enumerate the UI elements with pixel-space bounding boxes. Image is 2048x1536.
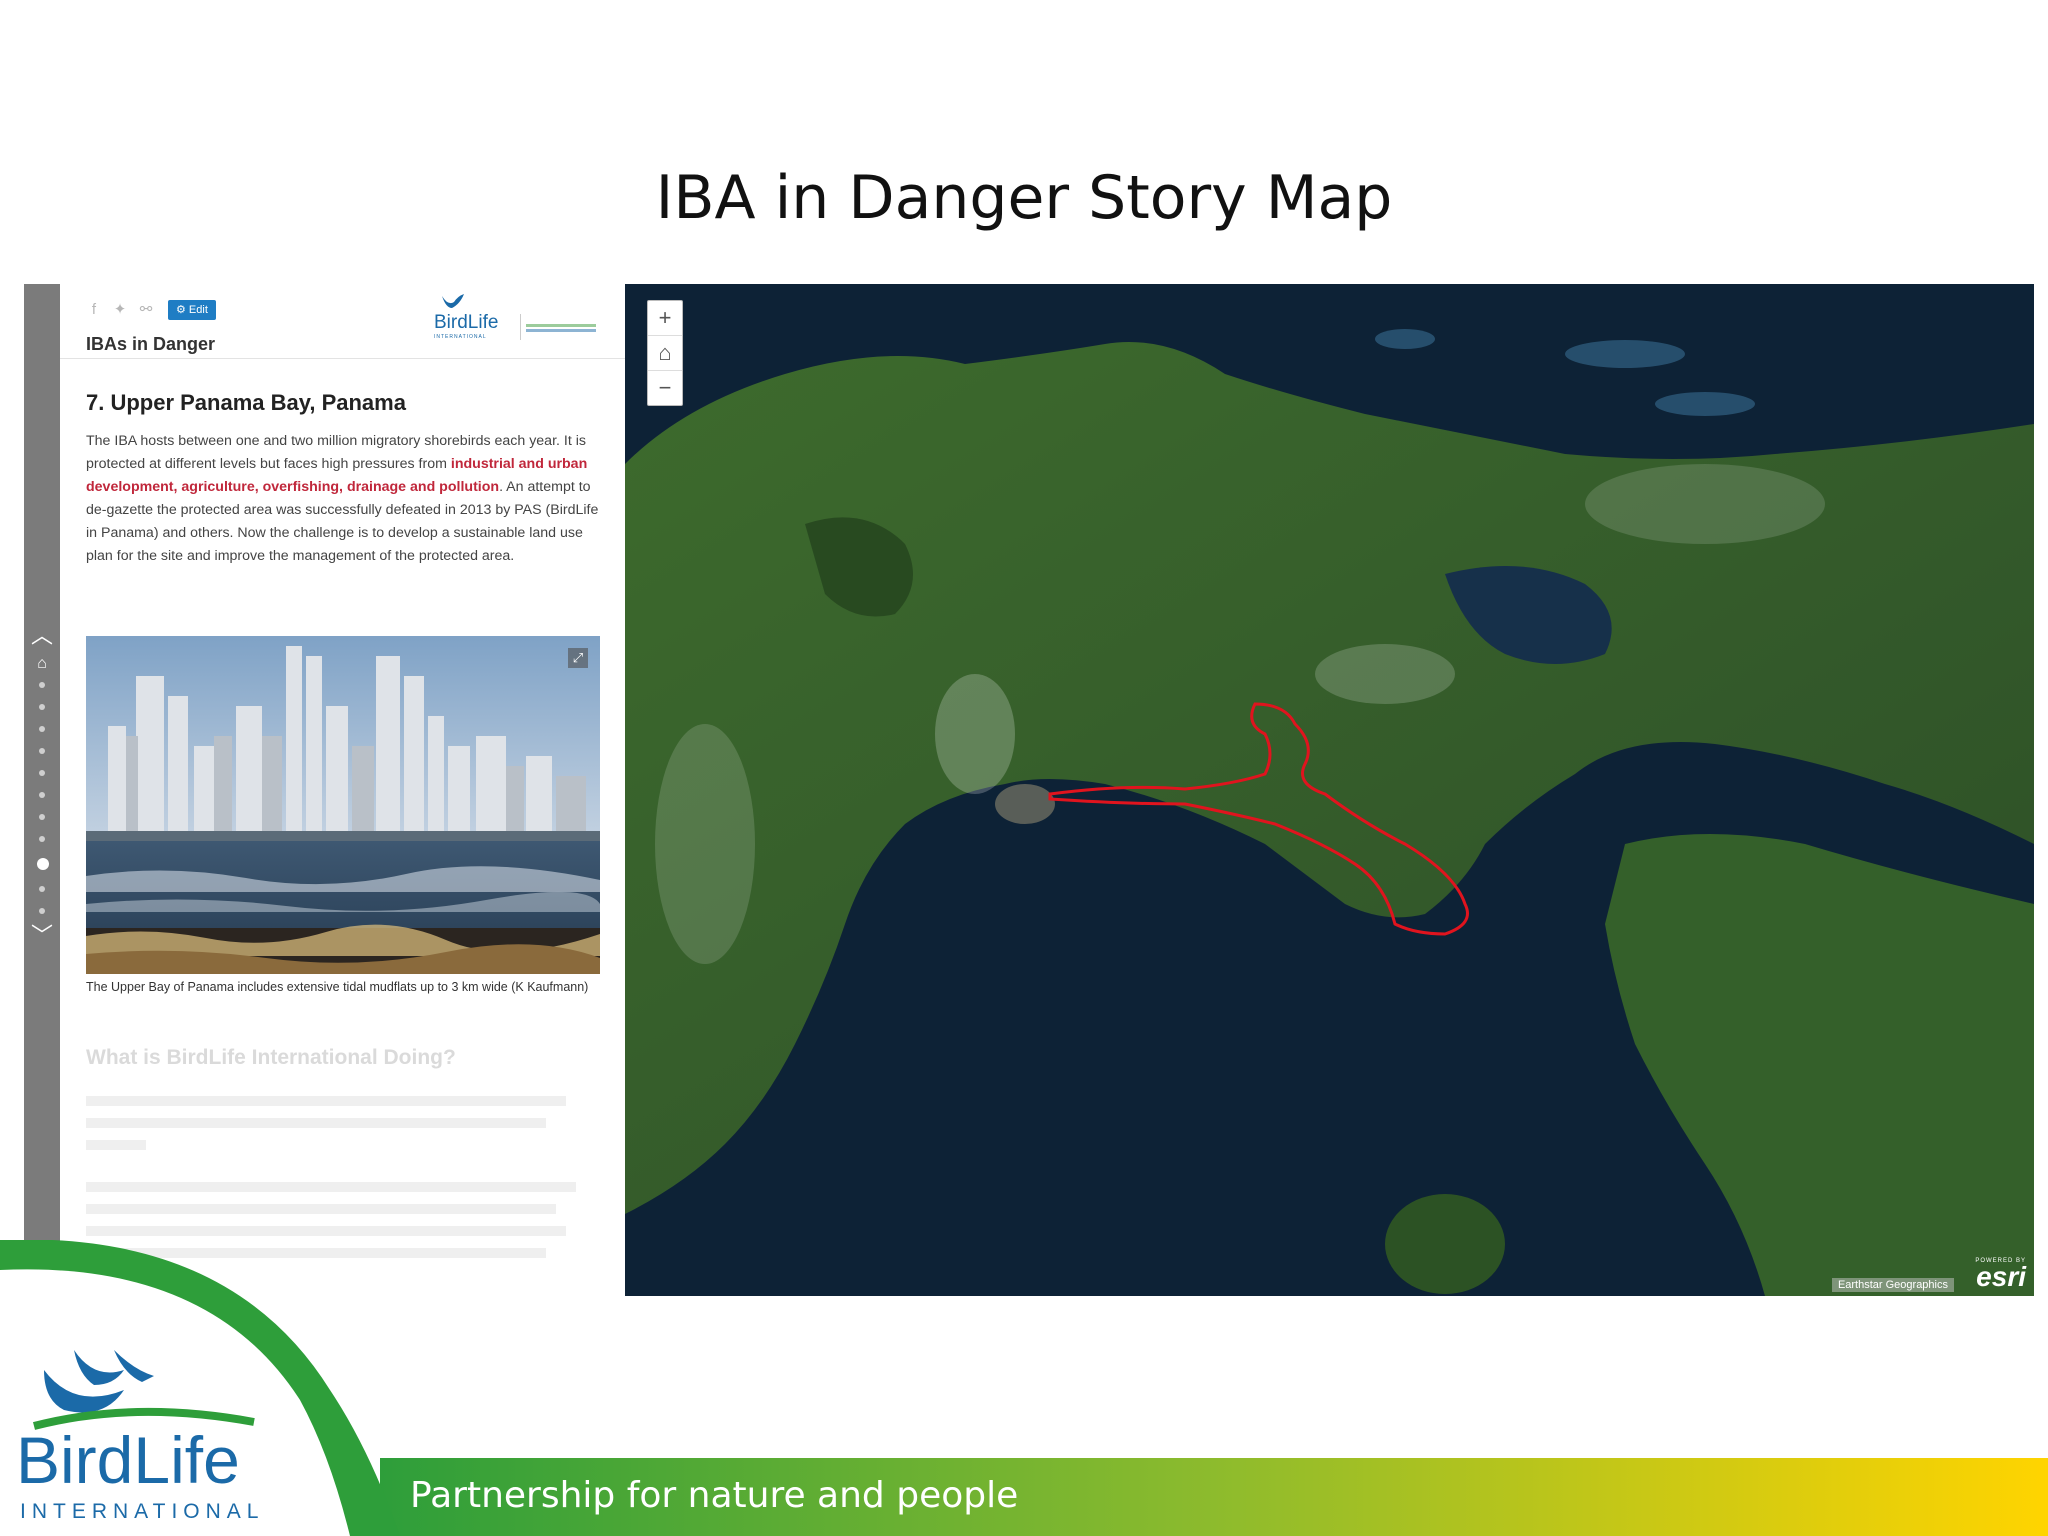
footer-graphic	[0, 1240, 2048, 1536]
section-body: The IBA hosts between one and two millio…	[86, 430, 606, 568]
rail-dot[interactable]	[39, 792, 45, 798]
header-logo-text: BirdLife	[434, 312, 499, 333]
rail-dots	[37, 662, 49, 930]
rail-dot[interactable]	[39, 748, 45, 754]
story-title: IBAs in Danger	[86, 334, 216, 354]
rail-dot[interactable]	[39, 770, 45, 776]
zoom-out-button[interactable]: −	[648, 371, 682, 405]
panel-header: f ✦ ⚯ ⚙ Edit IBAs in Danger BirdLife INT…	[60, 284, 646, 359]
navigation-rail: ︿ ⌂ ﹀	[24, 284, 60, 1296]
photo-caption: The Upper Bay of Panama includes extensi…	[86, 980, 589, 994]
rail-dot[interactable]	[39, 886, 45, 892]
header-logo: BirdLife INTERNATIONAL	[434, 292, 624, 342]
slide-title: IBA in Danger Story Map	[655, 163, 1393, 233]
story-panel: f ✦ ⚯ ⚙ Edit IBAs in Danger BirdLife INT…	[60, 284, 646, 1296]
rail-dot[interactable]	[39, 908, 45, 914]
story-map-screenshot: ︿ ⌂ ﹀ f ✦ ⚯ ⚙ Edit IBAs in Danger BirdLi…	[24, 284, 2034, 1296]
chevron-up-icon[interactable]: ︿	[30, 624, 54, 648]
logo-divider	[520, 314, 521, 340]
rail-dot-active[interactable]	[37, 858, 49, 870]
expand-icon[interactable]: ⤢	[568, 648, 588, 668]
next-section-heading: What is BirdLife International Doing?	[86, 1046, 456, 1069]
birdlife-wordmark: BirdLife	[16, 1423, 240, 1497]
rail-dot[interactable]	[39, 726, 45, 732]
birdlife-bird-icon	[32, 1350, 255, 1430]
facebook-icon[interactable]: f	[86, 302, 102, 318]
panama-city-photo[interactable]: ⤢	[86, 636, 600, 974]
header-logo-subtext: INTERNATIONAL	[434, 334, 487, 340]
map-zoom-control: + ⌂ −	[647, 300, 683, 406]
birdlife-international-text: INTERNATIONAL	[20, 1500, 265, 1523]
chevron-down-icon[interactable]: ﹀	[30, 924, 54, 948]
rail-dot[interactable]	[39, 704, 45, 710]
twitter-icon[interactable]: ✦	[112, 302, 128, 318]
link-icon[interactable]: ⚯	[138, 302, 154, 318]
rail-dot[interactable]	[39, 836, 45, 842]
zoom-in-button[interactable]: +	[648, 301, 682, 336]
partnership-logo	[526, 324, 596, 332]
edit-button[interactable]: ⚙ Edit	[168, 300, 216, 320]
edit-label: Edit	[188, 304, 208, 316]
share-icons: f ✦ ⚯ ⚙ Edit	[86, 300, 216, 320]
rail-dot[interactable]	[39, 814, 45, 820]
home-button[interactable]: ⌂	[648, 336, 682, 371]
satellite-map[interactable]: + ⌂ − Earthstar Geographics POWERED BY e…	[625, 284, 2034, 1296]
section-heading: 7. Upper Panama Bay, Panama	[86, 390, 406, 415]
bird-icon	[442, 294, 464, 308]
rail-dot[interactable]	[39, 682, 45, 688]
tagline: Partnership for nature and people	[410, 1475, 1019, 1516]
